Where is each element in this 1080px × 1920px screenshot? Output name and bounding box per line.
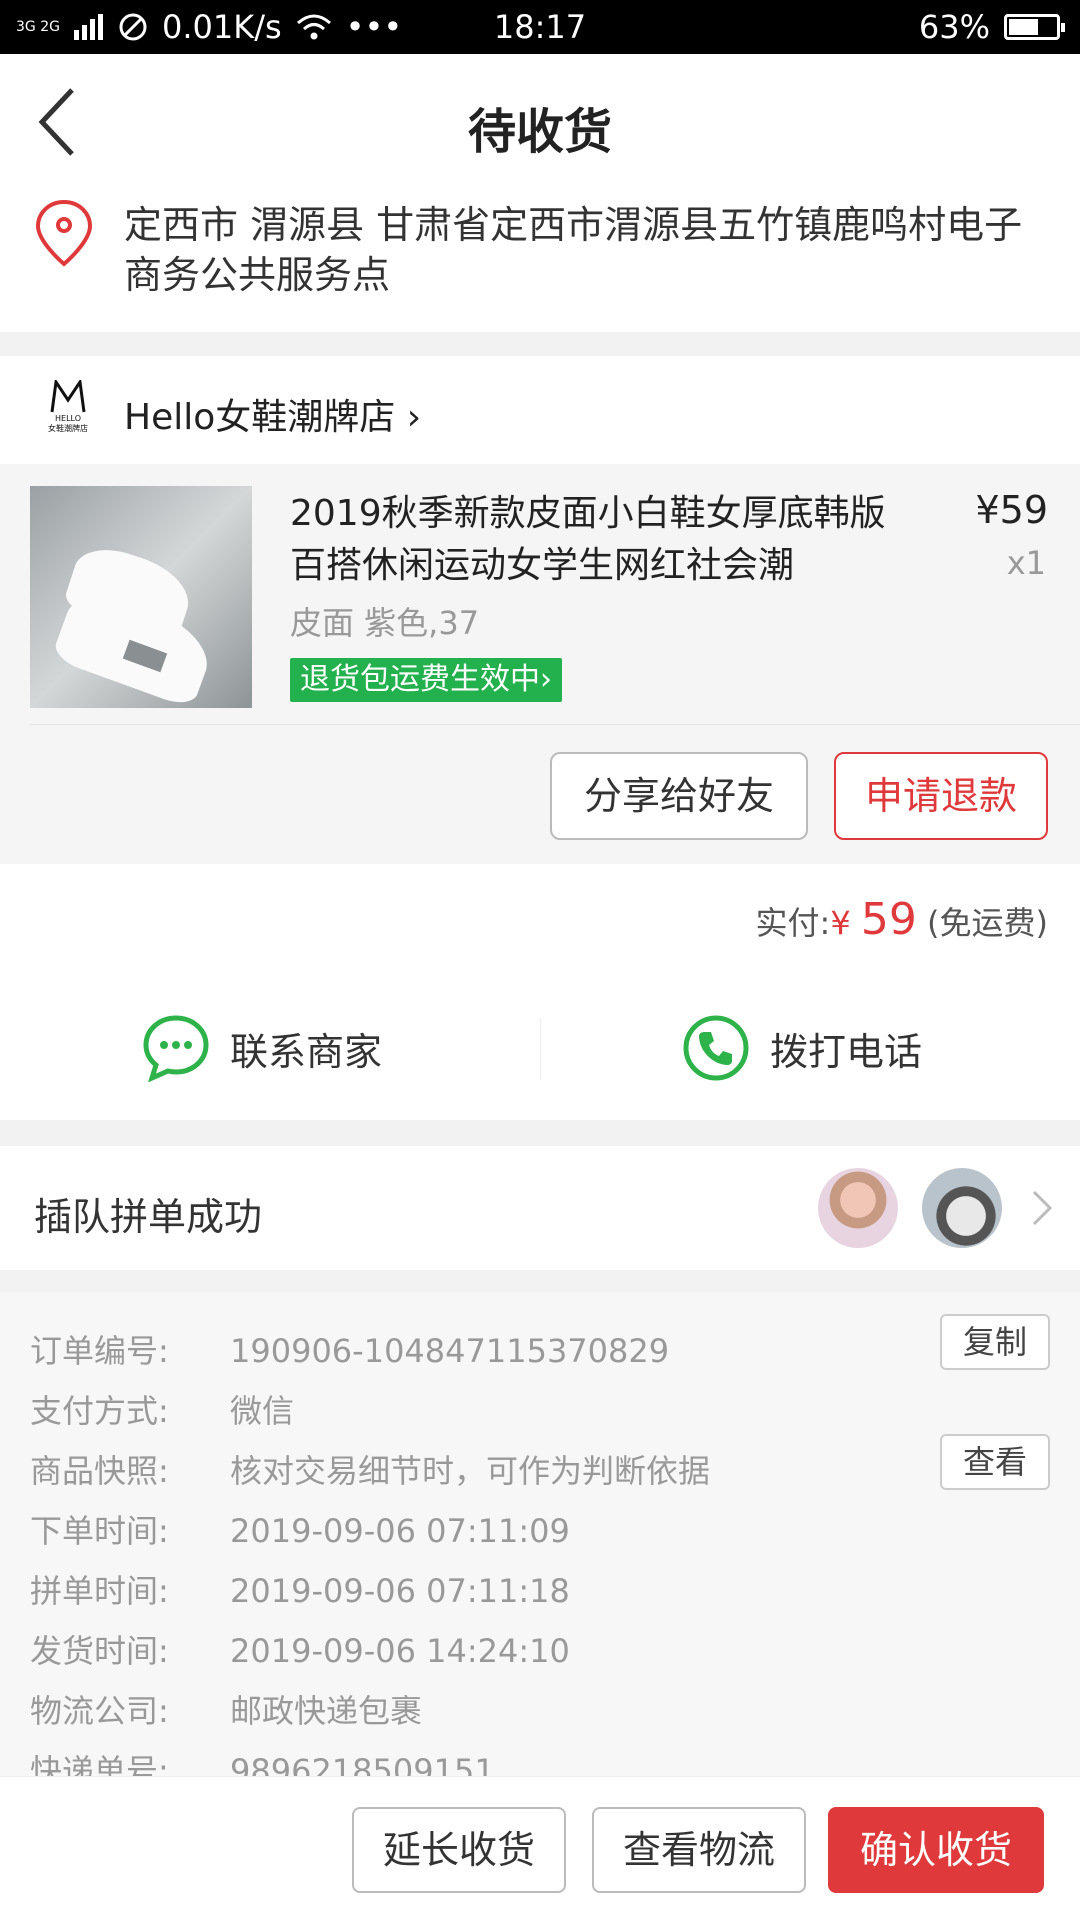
battery-fill <box>1009 19 1038 35</box>
section-divider <box>0 1120 1080 1146</box>
share-button[interactable]: 分享给好友 <box>550 752 808 840</box>
battery-percent: 63% <box>918 8 990 46</box>
battery-icon <box>1004 14 1065 40</box>
shop-logo-subtext: 女鞋潮牌店 <box>48 424 88 433</box>
extend-receipt-button[interactable]: 延长收货 <box>352 1807 566 1893</box>
detail-key: 拼单时间: <box>30 1572 169 1610</box>
detail-key: 快递单号: <box>30 1752 169 1780</box>
snapshot-text: 核对交易细节时，可作为判断依据 <box>230 1452 711 1490</box>
shipping-note: (免运费) <box>927 904 1048 942</box>
detail-key: 支付方式: <box>30 1392 169 1430</box>
group-buy-row[interactable]: 插队拼单成功 <box>0 1146 1080 1270</box>
shop-logo: HELLO 女鞋潮牌店 <box>36 380 100 444</box>
order-time-row: 下单时间: 2019-09-06 07:11:09 <box>30 1506 570 1552</box>
confirm-receipt-button[interactable]: 确认收货 <box>828 1807 1044 1893</box>
group-buy-title: 插队拼单成功 <box>34 1195 263 1239</box>
refund-button[interactable]: 申请退款 <box>834 752 1048 840</box>
order-time: 2019-09-06 07:11:09 <box>230 1512 570 1550</box>
product-image[interactable] <box>30 486 252 708</box>
shipping-address[interactable]: 定西市 渭源县 甘肃省定西市渭源县五竹镇鹿鸣村电子商务公共服务点 <box>0 192 1080 332</box>
shop-logo-text: HELLO <box>55 414 81 423</box>
order-number: 190906-104847115370829 <box>230 1332 670 1370</box>
address-text: 定西市 渭源县 甘肃省定西市渭源县五竹镇鹿鸣村电子商务公共服务点 <box>124 203 1023 297</box>
page-title: 待收货 <box>467 104 612 160</box>
product-name[interactable]: 2019秋季新款皮面小白鞋女厚底韩版百搭休闲运动女学生网红社会潮 <box>290 488 910 592</box>
detail-key: 下单时间: <box>30 1512 169 1550</box>
divider <box>30 724 1080 725</box>
detail-key: 商品快照: <box>30 1452 169 1490</box>
group-time: 2019-09-06 07:11:18 <box>230 1572 570 1610</box>
ship-time: 2019-09-06 14:24:10 <box>230 1632 570 1670</box>
chat-icon <box>143 1015 209 1082</box>
bottom-action-bar: 延长收货 查看物流 确认收货 <box>0 1776 1080 1920</box>
detail-key: 订单编号: <box>30 1332 169 1370</box>
order-number-row: 订单编号: 190906-104847115370829 <box>30 1326 669 1372</box>
view-logistics-button[interactable]: 查看物流 <box>592 1807 806 1893</box>
chevron-right-icon <box>1032 1190 1053 1226</box>
product-card: 2019秋季新款皮面小白鞋女厚底韩版百搭休闲运动女学生网红社会潮 ¥59 x1 … <box>0 464 1080 864</box>
call-phone-button[interactable]: 拨打电话 <box>682 1014 922 1082</box>
product-spec: 皮面 紫色,37 <box>290 604 480 642</box>
tracking-number-row: 快递单号: 9896218509151 <box>30 1746 495 1780</box>
logistics-company: 邮政快递包裹 <box>230 1692 423 1730</box>
avatar[interactable] <box>922 1168 1002 1248</box>
call-phone-label: 拨打电话 <box>770 1029 923 1074</box>
section-divider <box>0 1270 1080 1292</box>
contact-section: 联系商家 拨打电话 <box>0 974 1080 1120</box>
shop-row[interactable]: HELLO 女鞋潮牌店 Hello女鞋潮牌店 › <box>0 356 1080 464</box>
product-quantity: x1 <box>1006 544 1046 582</box>
paid-label: 实付: <box>755 904 831 942</box>
location-pin-icon <box>35 199 93 267</box>
order-details: 订单编号: 190906-104847115370829 复制 支付方式: 微信 商… <box>0 1292 1080 1780</box>
shop-name: Hello女鞋潮牌店 › <box>124 397 422 438</box>
paid-amount: 59 <box>860 894 917 945</box>
currency-symbol: ¥ <box>830 904 851 942</box>
detail-key: 发货时间: <box>30 1632 169 1670</box>
view-snapshot-button[interactable]: 查看 <box>940 1434 1050 1490</box>
payment-method-row: 支付方式: 微信 <box>30 1386 294 1432</box>
snapshot-row: 商品快照: 核对交易细节时，可作为判断依据 <box>30 1446 710 1492</box>
product-price: ¥59 <box>975 488 1048 532</box>
header: 待收货 <box>0 54 1080 192</box>
group-time-row: 拼单时间: 2019-09-06 07:11:18 <box>30 1566 570 1612</box>
detail-key: 物流公司: <box>30 1692 169 1730</box>
divider <box>540 1018 541 1080</box>
return-shipping-badge[interactable]: 退货包运费生效中› <box>290 658 562 702</box>
shop-logo-icon <box>50 380 86 413</box>
contact-merchant-button[interactable]: 联系商家 <box>142 1014 382 1082</box>
copy-button[interactable]: 复制 <box>940 1314 1050 1370</box>
status-bar: 3G 2G 0.01K/s ••• 18:17 63% <box>0 0 1080 54</box>
payment-summary: 实付:¥ 59 (免运费) <box>0 864 1080 974</box>
logistics-company-row: 物流公司: 邮政快递包裹 <box>30 1686 422 1732</box>
ship-time-row: 发货时间: 2019-09-06 14:24:10 <box>30 1626 570 1672</box>
payment-method: 微信 <box>230 1392 295 1430</box>
phone-icon <box>683 1015 749 1081</box>
avatar[interactable] <box>818 1168 898 1248</box>
section-divider <box>0 332 1080 356</box>
contact-merchant-label: 联系商家 <box>230 1029 383 1074</box>
